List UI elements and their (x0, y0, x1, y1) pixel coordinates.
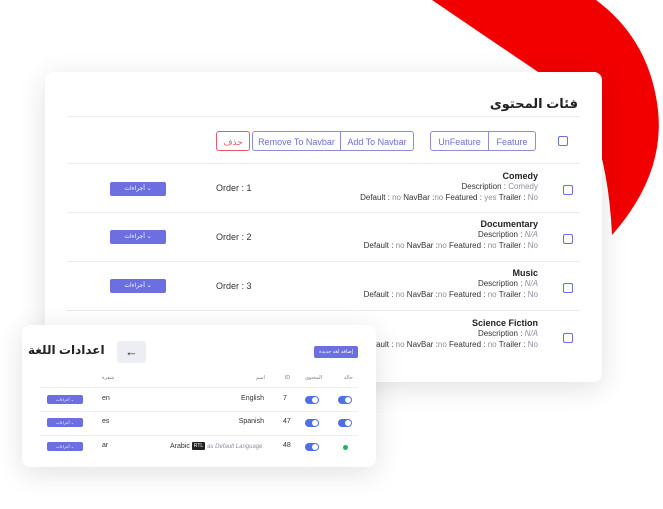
actions-dropdown-button[interactable]: أجراءات ⌄ (110, 230, 166, 244)
divider (40, 387, 358, 388)
column-header-status: حالة (344, 375, 353, 381)
chevron-down-icon: ⌄ (70, 420, 75, 425)
category-order: Order : 3 (216, 281, 252, 291)
language-name: Spanish (238, 418, 264, 425)
rtl-badge: RTL (191, 442, 206, 450)
category-meta: Default : no NavBar :no Featured : yes T… (360, 193, 538, 202)
actions-dropdown-button[interactable]: أجراءات ⌄ (110, 279, 166, 293)
category-title: Comedy (502, 171, 538, 181)
language-id: 7 (283, 395, 287, 402)
language-id: 48 (283, 442, 291, 449)
chevron-down-icon: ⌄ (70, 444, 75, 449)
status-toggle[interactable] (338, 396, 352, 404)
delete-button[interactable]: حذف (216, 131, 250, 151)
category-description: Description : N/A (477, 230, 538, 239)
column-header-name: اسم (256, 375, 265, 381)
category-title: Science Fiction (471, 318, 538, 328)
language-id: 47 (283, 418, 291, 425)
back-button[interactable]: ← (117, 341, 146, 363)
actions-dropdown-button[interactable]: أجراءات ⌄ (110, 182, 166, 196)
status-toggle[interactable] (338, 419, 352, 427)
divider (67, 212, 580, 213)
default-language-note: as Default Language (207, 443, 263, 450)
column-header-code: شفرة (102, 375, 115, 381)
actions-dropdown-button[interactable]: أجراءات ⌄ (47, 418, 83, 427)
page-title: فئات المحتوى (489, 96, 578, 111)
category-order: Order : 1 (216, 183, 252, 193)
actions-dropdown-button[interactable]: أجراءات ⌄ (47, 395, 83, 404)
column-header-content: المحتوى (305, 375, 323, 381)
divider (67, 261, 580, 262)
language-code: en (102, 395, 110, 402)
divider (40, 435, 358, 436)
category-order: Order : 2 (216, 232, 252, 242)
actions-dropdown-button[interactable]: أجراءات ⌄ (47, 442, 83, 451)
divider (67, 163, 580, 164)
row-checkbox[interactable] (563, 185, 573, 195)
row-checkbox[interactable] (563, 333, 573, 343)
row-checkbox[interactable] (563, 234, 573, 244)
divider (67, 310, 580, 311)
category-description: Description : N/A (477, 329, 538, 338)
language-code: es (102, 418, 110, 425)
arrow-left-icon: ← (125, 344, 138, 359)
category-meta: Default : no NavBar :no Featured : no Tr… (363, 290, 538, 299)
language-settings-title: اعدادات اللغة (28, 343, 105, 357)
content-toggle[interactable] (305, 419, 319, 427)
chevron-down-icon: ⌄ (146, 234, 152, 240)
add-to-navbar-button[interactable]: Add To Navbar (340, 131, 414, 151)
category-meta: Default : no NavBar :no Featured : no Tr… (363, 340, 538, 349)
content-toggle[interactable] (305, 396, 319, 404)
row-checkbox[interactable] (563, 283, 573, 293)
category-title: Music (512, 268, 538, 278)
chevron-down-icon: ⌄ (146, 283, 152, 289)
divider (67, 116, 580, 117)
status-dot (343, 445, 348, 450)
content-toggle[interactable] (305, 443, 319, 451)
remove-to-navbar-button[interactable]: Remove To Navbar (252, 131, 341, 151)
divider (40, 411, 358, 412)
category-description: Description : Comedy (461, 182, 539, 191)
unfeature-button[interactable]: UnFeature (430, 131, 489, 151)
category-description: Description : N/A (477, 279, 538, 288)
select-all-checkbox[interactable] (558, 136, 568, 146)
language-name: English (241, 395, 264, 402)
chevron-down-icon: ⌄ (70, 397, 75, 402)
category-meta: Default : no NavBar :no Featured : no Tr… (363, 241, 538, 250)
add-language-button[interactable]: إضافة لغة جديدة (314, 346, 358, 358)
column-header-id: ID (285, 375, 290, 381)
feature-button[interactable]: Feature (488, 131, 536, 151)
language-name-cell: Arabic RTL as Default Language (170, 442, 263, 450)
language-settings-card: اعدادات اللغة ← إضافة لغة جديدة حالة الم… (22, 325, 376, 467)
language-name: Arabic (170, 442, 190, 450)
category-title: Documentary (480, 219, 538, 229)
language-code: ar (102, 442, 109, 449)
chevron-down-icon: ⌄ (146, 186, 152, 192)
